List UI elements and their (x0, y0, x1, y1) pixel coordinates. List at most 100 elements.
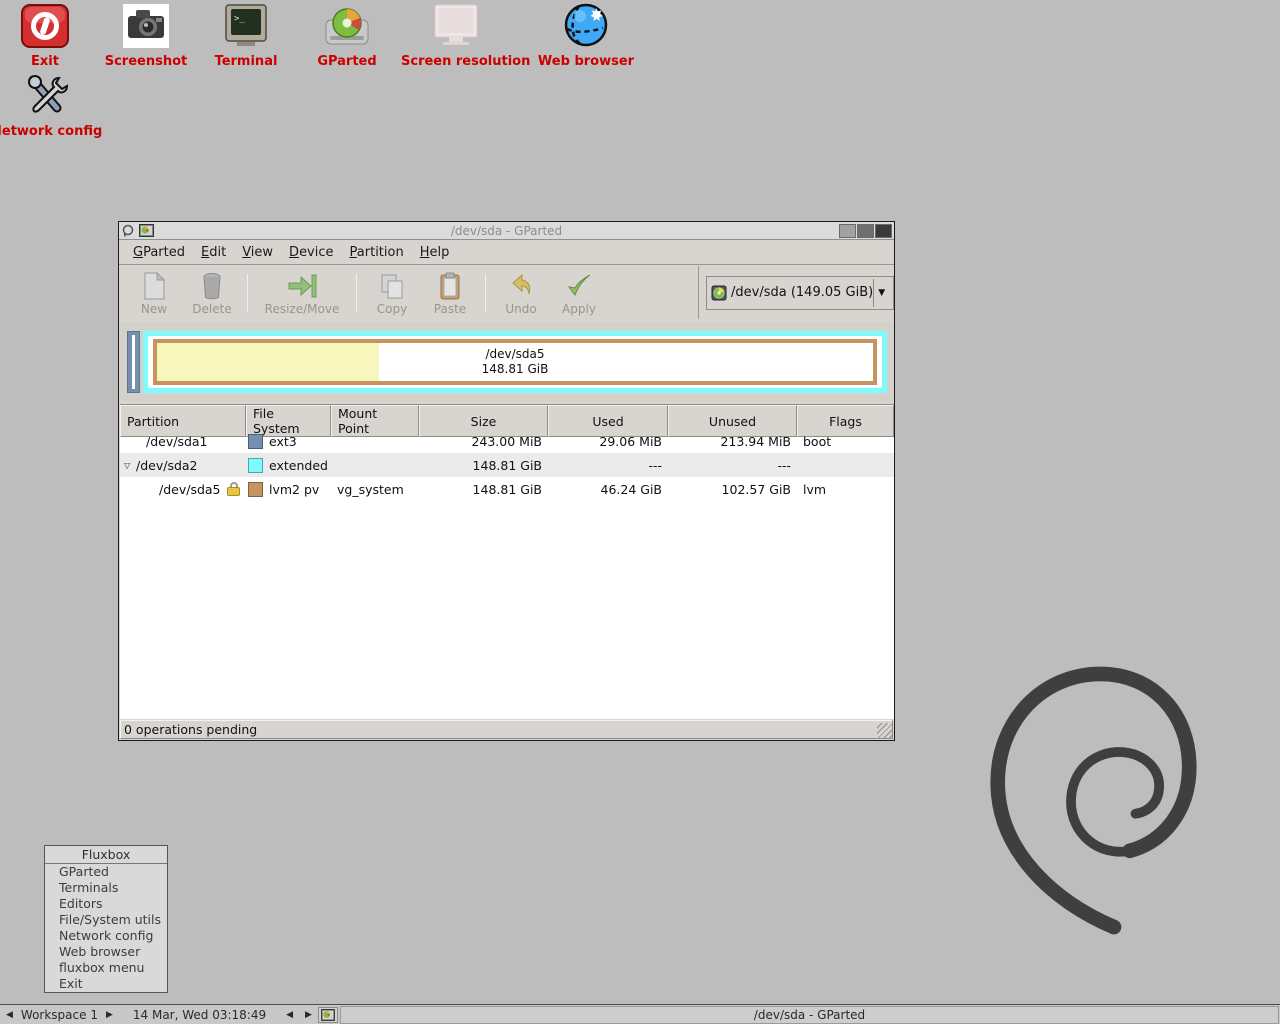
partition-table: Partition File System Mount Point Size U… (120, 404, 894, 719)
visual-partition-sda1[interactable] (127, 331, 140, 393)
used-value: 29.06 MiB (599, 433, 662, 449)
col-header-flags[interactable]: Flags (797, 405, 894, 437)
menu-partition[interactable]: Partition (342, 242, 412, 263)
paste-clipboard-icon (440, 272, 460, 300)
window-prev-arrow[interactable]: ◀ (280, 1010, 299, 1020)
menu-edit[interactable]: Edit (193, 242, 234, 263)
device-selector-value: /dev/sda (149.05 GiB) (731, 285, 874, 300)
resize-move-icon (288, 274, 317, 298)
desktop-icon-label: Web browser (537, 54, 635, 69)
filesystem-color-swatch (248, 457, 263, 473)
desktop-icon-network-config[interactable]: Network config (0, 72, 103, 139)
monitor-icon (401, 2, 511, 48)
col-header-partition[interactable]: Partition (120, 405, 246, 437)
partition-name: /dev/sda1 (146, 433, 208, 449)
workspace-next-arrow[interactable]: ▶ (100, 1010, 119, 1020)
desktop-icon-gparted[interactable]: GParted (292, 2, 402, 69)
desktop-icon-terminal[interactable]: >_ Terminal (191, 2, 301, 69)
toolbar-separator (356, 274, 357, 312)
menu-device[interactable]: Device (281, 242, 341, 263)
window-title: /dev/sda - GParted (450, 223, 563, 238)
undo-arrow-icon (512, 273, 531, 295)
gparted-window: /dev/sda - GParted GParted Edit View Dev… (118, 221, 895, 741)
window-next-arrow[interactable]: ▶ (299, 1010, 318, 1020)
size-value: 243.00 MiB (471, 433, 542, 449)
used-value: --- (648, 457, 662, 473)
taskbar-window-button[interactable]: /dev/sda - GParted (339, 1005, 1279, 1024)
fluxbox-menu-item-file-system-utils[interactable]: File/System utils (45, 912, 167, 928)
tools-icon (0, 72, 101, 118)
col-header-filesystem[interactable]: File System (246, 405, 331, 437)
delete-trash-icon (203, 273, 221, 300)
fluxbox-menu: Fluxbox GParted Terminals Editors File/S… (44, 845, 168, 993)
device-panel: /dev/sda (149.05 GiB) ▼ (698, 266, 895, 319)
resize-move-button[interactable]: Resize/Move (254, 270, 350, 316)
device-selector[interactable]: /dev/sda (149.05 GiB) ▼ (706, 275, 895, 310)
toolbar: New Delete Resize/Move Copy Paste Undo A… (119, 266, 895, 319)
fluxbox-menu-item-gparted[interactable]: GParted (45, 864, 167, 880)
col-header-used[interactable]: Used (548, 405, 668, 437)
col-header-mount[interactable]: Mount Point (331, 405, 419, 437)
desktop-icon-screen-resolution[interactable]: Screen resolution (401, 2, 531, 69)
menu-help[interactable]: Help (412, 242, 458, 263)
paste-button[interactable]: Paste (421, 270, 479, 316)
minimize-button[interactable] (839, 223, 856, 238)
maximize-button[interactable] (857, 223, 874, 238)
dropdown-arrow-icon: ▼ (878, 287, 886, 298)
fluxbox-menu-item-fluxbox-menu[interactable]: fluxbox menu (45, 960, 167, 976)
table-row-sda2[interactable]: ▽ /dev/sda2 extended 148.81 GiB --- --- (120, 453, 894, 477)
menubar: GParted Edit View Device Partition Help (119, 241, 894, 265)
resize-grip[interactable] (877, 723, 892, 738)
fluxbox-menu-item-editors[interactable]: Editors (45, 896, 167, 912)
filesystem-color-swatch (248, 433, 263, 449)
workspace-name[interactable]: Workspace 1 (19, 1008, 100, 1022)
delete-button[interactable]: Delete (183, 270, 241, 316)
copy-button[interactable]: Copy (363, 270, 421, 316)
col-header-unused[interactable]: Unused (668, 405, 797, 437)
menu-gparted[interactable]: GParted (125, 242, 193, 263)
table-row-sda5[interactable]: /dev/sda5 lvm2 pv vg_system 148.81 GiB 4… (120, 477, 894, 501)
filesystem-color-swatch (248, 481, 263, 497)
expander-triangle-icon[interactable]: ▽ (124, 461, 136, 470)
copy-icon (381, 274, 403, 299)
undo-button[interactable]: Undo (492, 270, 550, 316)
taskbar: ◀ Workspace 1 ▶ 14 Mar, Wed 03:18:49 ◀ ▶… (0, 1004, 1280, 1024)
desktop-icon-label: Network config (0, 124, 103, 139)
unused-value: --- (777, 457, 791, 473)
globe-icon (531, 2, 641, 48)
desktop-icon-web-browser[interactable]: Web browser (531, 2, 641, 69)
size-value: 148.81 GiB (472, 481, 542, 497)
menu-view[interactable]: View (234, 242, 281, 263)
fluxbox-menu-title: Fluxbox (45, 846, 167, 864)
desktop-icon-exit[interactable]: Exit (0, 2, 100, 69)
unused-value: 102.57 GiB (721, 481, 791, 497)
debian-logo (985, 665, 1200, 941)
lock-icon (227, 482, 240, 496)
toolbar-separator (485, 274, 486, 312)
fluxbox-menu-item-exit[interactable]: Exit (45, 976, 167, 992)
table-row-sda1[interactable]: /dev/sda1 ext3 243.00 MiB 29.06 MiB 213.… (120, 429, 894, 453)
fluxbox-menu-item-network-config[interactable]: Network config (45, 928, 167, 944)
taskbar-gparted-icon-button[interactable] (317, 1006, 338, 1023)
desktop-icon-label: Terminal (214, 54, 278, 69)
col-header-size[interactable]: Size (419, 405, 548, 437)
desktop-icon-label: GParted (317, 54, 377, 69)
fluxbox-menu-item-web-browser[interactable]: Web browser (45, 944, 167, 960)
close-button[interactable] (875, 223, 892, 238)
desktop-icon-label: Screenshot (104, 54, 188, 69)
partition-name: /dev/sda5 (159, 481, 221, 497)
table-header-row: Partition File System Mount Point Size U… (120, 405, 894, 437)
gparted-disk-icon (292, 2, 402, 48)
toolbar-separator (247, 274, 248, 312)
filesystem-name: extended (269, 457, 328, 473)
apply-button[interactable]: Apply (550, 270, 608, 316)
visual-partition-sda2-extended[interactable]: /dev/sda5 148.81 GiB (143, 331, 887, 393)
desktop-icon-screenshot[interactable]: Screenshot (91, 2, 201, 69)
visual-partition-sda5[interactable]: /dev/sda5 148.81 GiB (153, 339, 877, 385)
new-button[interactable]: New (125, 270, 183, 316)
flags-value: boot (803, 433, 832, 449)
workspace-prev-arrow[interactable]: ◀ (0, 1010, 19, 1020)
desktop-icon-label: Screen resolution (401, 54, 531, 69)
window-titlebar[interactable]: /dev/sda - GParted (119, 222, 894, 240)
fluxbox-menu-item-terminals[interactable]: Terminals (45, 880, 167, 896)
